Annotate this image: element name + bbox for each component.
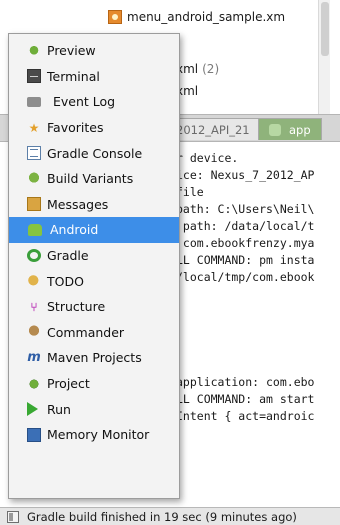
console-line: ice: Nexus_7_2012_AP: [176, 168, 315, 182]
menu-item-label: Run: [47, 401, 71, 417]
menu-item-gradle[interactable]: Gradle: [9, 243, 179, 269]
preview-icon: [27, 43, 41, 58]
tool-window-toggle-icon[interactable]: [7, 510, 19, 523]
maven-icon: m: [27, 349, 41, 365]
menu-item-label: Structure: [47, 299, 106, 315]
tool-windows-menu: Preview Terminal Event Log ★ Favorites G…: [8, 33, 180, 499]
menu-item-label: Preview: [47, 43, 96, 59]
menu-item-label: Android: [50, 222, 99, 238]
structure-icon: ⑂: [30, 299, 38, 314]
scrollbar-thumb[interactable]: [321, 2, 329, 56]
xml-file-icon: [108, 10, 122, 24]
menu-item-label: Terminal: [47, 68, 100, 84]
menu-item-memory-monitor[interactable]: Memory Monitor: [9, 422, 179, 448]
gradle-icon: [27, 249, 41, 263]
menu-item-label: Commander: [47, 324, 125, 340]
console-line: r device.: [176, 151, 239, 165]
menu-item-label: Favorites: [47, 120, 104, 136]
menu-item-terminal[interactable]: Terminal: [9, 64, 179, 90]
console-line: /local/tmp/com.ebook: [176, 270, 315, 284]
status-text: Gradle build finished in 19 sec (9 minut…: [27, 509, 297, 524]
menu-item-label: Messages: [47, 196, 109, 212]
menu-item-label: Gradle Console: [47, 145, 143, 161]
menu-item-label: Gradle: [47, 248, 89, 264]
memory-monitor-icon: [27, 427, 41, 442]
terminal-icon: [27, 69, 41, 84]
file-row[interactable]: xml (2): [176, 58, 219, 80]
tab-label: app: [289, 122, 311, 137]
file-row[interactable]: menu_android_sample.xm: [108, 6, 285, 28]
project-icon: [27, 376, 41, 391]
console-line: path: /data/local/t: [176, 219, 315, 233]
file-count: (2): [202, 62, 220, 76]
file-name: menu_android_sample.xm: [127, 10, 286, 24]
star-icon: ★: [28, 120, 40, 135]
status-bar: Gradle build finished in 19 sec (9 minut…: [0, 507, 340, 525]
menu-item-label: TODO: [47, 273, 84, 289]
console-line: LL COMMAND: am start: [176, 392, 315, 406]
tab-app[interactable]: app: [258, 118, 322, 140]
console-line: com.ebookfrenzy.mya: [176, 236, 315, 250]
console-line: Intent { act=androic: [176, 409, 315, 423]
console-line: application: com.ebo: [176, 375, 315, 389]
gradle-console-icon: [27, 146, 41, 161]
run-icon: [27, 402, 41, 417]
menu-item-label: Event Log: [53, 94, 116, 110]
build-variants-icon: [27, 171, 41, 186]
menu-item-commander[interactable]: Commander: [9, 320, 179, 346]
tab-label: 2012_API_21: [176, 122, 250, 137]
console-line: LL COMMAND: pm insta: [176, 253, 315, 267]
android-icon: [269, 123, 281, 136]
console-line: file: [176, 185, 204, 199]
android-icon: [28, 223, 42, 236]
menu-item-favorites[interactable]: ★ Favorites: [9, 115, 179, 141]
menu-item-preview[interactable]: Preview: [9, 38, 179, 64]
event-log-icon: [27, 96, 41, 107]
menu-item-android[interactable]: Android: [9, 217, 179, 243]
menu-item-messages[interactable]: Messages: [9, 192, 179, 218]
menu-item-gradle-console[interactable]: Gradle Console: [9, 140, 179, 166]
menu-item-build-variants[interactable]: Build Variants: [9, 166, 179, 192]
menu-item-structure[interactable]: ⑂ Structure: [9, 294, 179, 320]
file-list-scrollbar[interactable]: [318, 0, 330, 114]
commander-icon: [27, 325, 41, 340]
todo-icon: [27, 274, 41, 289]
menu-item-event-log[interactable]: Event Log: [9, 89, 179, 115]
console-line: path: C:\Users\Neil\: [176, 202, 315, 216]
menu-item-label: Maven Projects: [47, 350, 142, 366]
menu-item-project[interactable]: Project: [9, 371, 179, 397]
menu-item-todo[interactable]: TODO: [9, 268, 179, 294]
menu-item-run[interactable]: Run: [9, 396, 179, 422]
messages-icon: [27, 197, 41, 212]
menu-item-label: Project: [47, 376, 90, 392]
menu-item-label: Memory Monitor: [47, 427, 150, 443]
menu-item-maven-projects[interactable]: m Maven Projects: [9, 345, 179, 371]
menu-item-label: Build Variants: [47, 171, 134, 187]
